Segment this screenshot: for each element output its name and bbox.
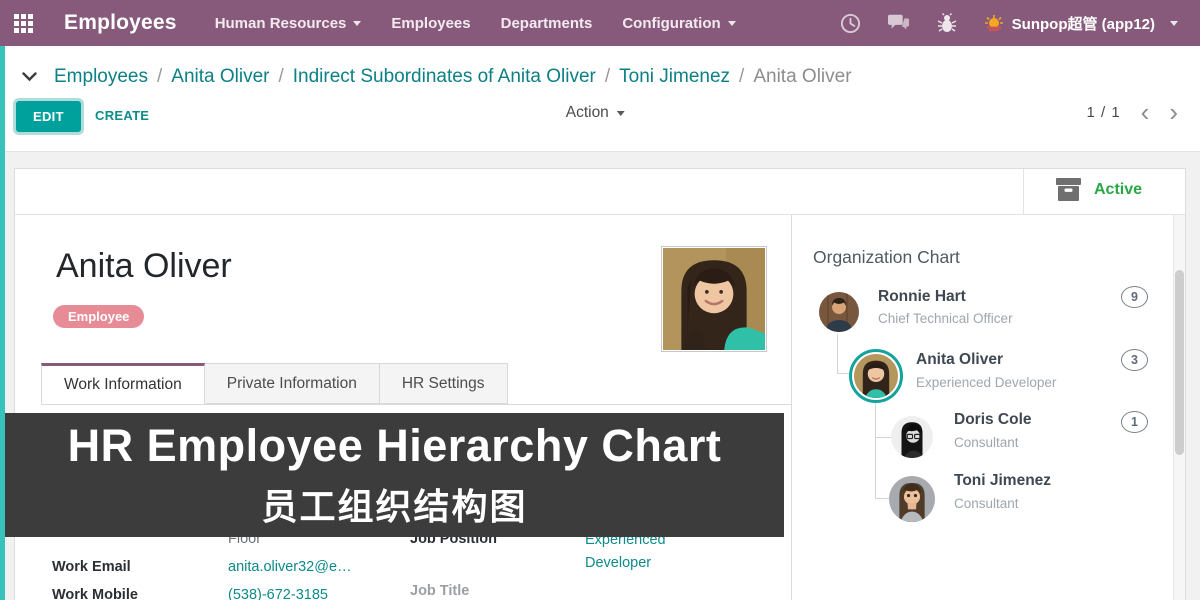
menu-configuration[interactable]: Configuration xyxy=(622,15,735,32)
pager: 1 / 1 ‹ › xyxy=(1086,102,1178,122)
work-email-value[interactable]: anita.oliver32@e… xyxy=(228,559,352,575)
breadcrumb-expand-chevron-icon[interactable] xyxy=(22,72,37,82)
apps-grid-icon[interactable] xyxy=(0,0,46,46)
bug-glyph xyxy=(937,13,957,33)
archive-box-icon xyxy=(1055,177,1082,202)
work-email-label: Work Email xyxy=(52,559,131,575)
pager-count: 1 / 1 xyxy=(1086,104,1120,121)
tab-baseline-divider xyxy=(41,404,791,405)
menu-employees[interactable]: Employees xyxy=(391,15,470,32)
menu-departments-label: Departments xyxy=(501,15,593,32)
user-menu[interactable]: Sunpop超管 (app12) xyxy=(984,13,1178,34)
chat-glyph xyxy=(888,13,910,33)
breadcrumb-separator: / xyxy=(605,66,610,88)
org-subordinate-count-badge[interactable]: 3 xyxy=(1121,349,1148,371)
chevron-down-icon xyxy=(728,21,736,26)
org-entry-role: Consultant xyxy=(954,496,1019,511)
navbar-left: Employees Human Resources Employees Depa… xyxy=(0,0,766,46)
left-edge-accent xyxy=(0,46,5,600)
org-panel-scrollbar[interactable] xyxy=(1173,215,1185,600)
menu-human-resources-label: Human Resources xyxy=(215,15,347,32)
pager-previous-icon[interactable]: ‹ xyxy=(1141,102,1150,122)
org-connector-line xyxy=(875,403,891,499)
form-orgchart-divider xyxy=(791,215,792,600)
org-subordinate-count-badge[interactable]: 9 xyxy=(1121,286,1148,308)
banner-subtitle: 员工组织结构图 xyxy=(261,478,527,530)
create-button[interactable]: CREATE xyxy=(95,108,149,123)
org-avatar-toni-jimenez[interactable] xyxy=(889,476,935,522)
org-chart-title: Organization Chart xyxy=(813,247,960,268)
breadcrumb-link-indirect-subordinates[interactable]: Indirect Subordinates of Anita Oliver xyxy=(293,66,596,88)
control-panel: Employees / Anita Oliver / Indirect Subo… xyxy=(0,46,1200,152)
banner-title: HR Employee Hierarchy Chart xyxy=(68,420,722,472)
app-window: Employees Human Resources Employees Depa… xyxy=(0,0,1200,600)
org-avatar-ronnie-hart[interactable] xyxy=(819,292,859,332)
org-avatar-doris-cole[interactable] xyxy=(891,416,933,458)
breadcrumb-separator: / xyxy=(739,66,744,88)
navbar-right: Sunpop超管 (app12) xyxy=(840,12,1200,34)
scrollbar-thumb[interactable] xyxy=(1175,270,1184,455)
pager-next-icon[interactable]: › xyxy=(1169,102,1178,122)
tab-hr-settings[interactable]: HR Settings xyxy=(380,363,508,404)
work-mobile-value[interactable]: (538)-672-3185 xyxy=(228,587,328,600)
chevron-down-icon xyxy=(1170,21,1178,26)
org-entry-name[interactable]: Anita Oliver xyxy=(916,351,1003,369)
breadcrumb-link-toni-jimenez[interactable]: Toni Jimenez xyxy=(619,66,730,88)
org-connector-line xyxy=(837,334,849,374)
clock-glyph xyxy=(840,13,861,34)
work-mobile-label: Work Mobile xyxy=(52,587,138,600)
job-title-label: Job Title xyxy=(410,583,469,599)
app-title[interactable]: Employees xyxy=(64,11,177,35)
org-entry-role: Chief Technical Officer xyxy=(878,311,1013,326)
debug-bug-icon[interactable] xyxy=(936,12,958,34)
org-subordinate-count-badge[interactable]: 1 xyxy=(1121,411,1148,433)
action-dropdown[interactable]: Action xyxy=(566,104,625,122)
org-entry-role: Consultant xyxy=(954,435,1019,450)
org-entry-name[interactable]: Toni Jimenez xyxy=(954,472,1051,490)
org-entry-name[interactable]: Doris Cole xyxy=(954,411,1032,429)
tab-work-information[interactable]: Work Information xyxy=(41,363,205,404)
employee-type-tag[interactable]: Employee xyxy=(53,305,144,328)
menu-employees-label: Employees xyxy=(391,15,470,32)
chevron-down-icon xyxy=(353,21,361,26)
breadcrumb-separator: / xyxy=(278,66,283,88)
activities-clock-icon[interactable] xyxy=(840,12,862,34)
breadcrumb-link-employees[interactable]: Employees xyxy=(54,66,148,88)
active-archive-button[interactable]: Active xyxy=(1055,177,1142,202)
breadcrumb-current: Anita Oliver xyxy=(753,66,851,88)
user-name: Sunpop超管 (app12) xyxy=(1012,13,1155,34)
employee-name-title: Anita Oliver xyxy=(56,247,232,286)
employee-photo[interactable] xyxy=(661,246,767,352)
top-navbar: Employees Human Resources Employees Depa… xyxy=(0,0,1200,46)
chevron-down-icon xyxy=(617,111,625,116)
overlay-banner: HR Employee Hierarchy Chart 员工组织结构图 xyxy=(5,413,784,537)
breadcrumb-link-anita-oliver[interactable]: Anita Oliver xyxy=(171,66,269,88)
menu-human-resources[interactable]: Human Resources xyxy=(215,15,362,32)
org-avatar-anita-oliver[interactable] xyxy=(849,349,903,403)
org-entry-role: Experienced Developer xyxy=(916,375,1056,390)
breadcrumb-separator: / xyxy=(157,66,162,88)
edit-button[interactable]: EDIT xyxy=(16,101,81,132)
org-entry-name[interactable]: Ronnie Hart xyxy=(878,288,966,306)
menu-departments[interactable]: Departments xyxy=(501,15,593,32)
apps-grid-glyph xyxy=(14,14,33,33)
form-button-box: Active xyxy=(15,169,1185,215)
breadcrumb: Employees / Anita Oliver / Indirect Subo… xyxy=(22,66,852,88)
button-box-divider xyxy=(1023,169,1024,215)
company-sun-logo xyxy=(984,14,1004,32)
action-label: Action xyxy=(566,104,609,122)
menu-configuration-label: Configuration xyxy=(622,15,720,32)
form-tabs: Work Information Private Information HR … xyxy=(41,363,508,404)
active-label: Active xyxy=(1094,181,1142,199)
employee-photo-image xyxy=(663,248,765,350)
messages-chat-icon[interactable] xyxy=(888,12,910,34)
tab-private-information[interactable]: Private Information xyxy=(205,363,380,404)
